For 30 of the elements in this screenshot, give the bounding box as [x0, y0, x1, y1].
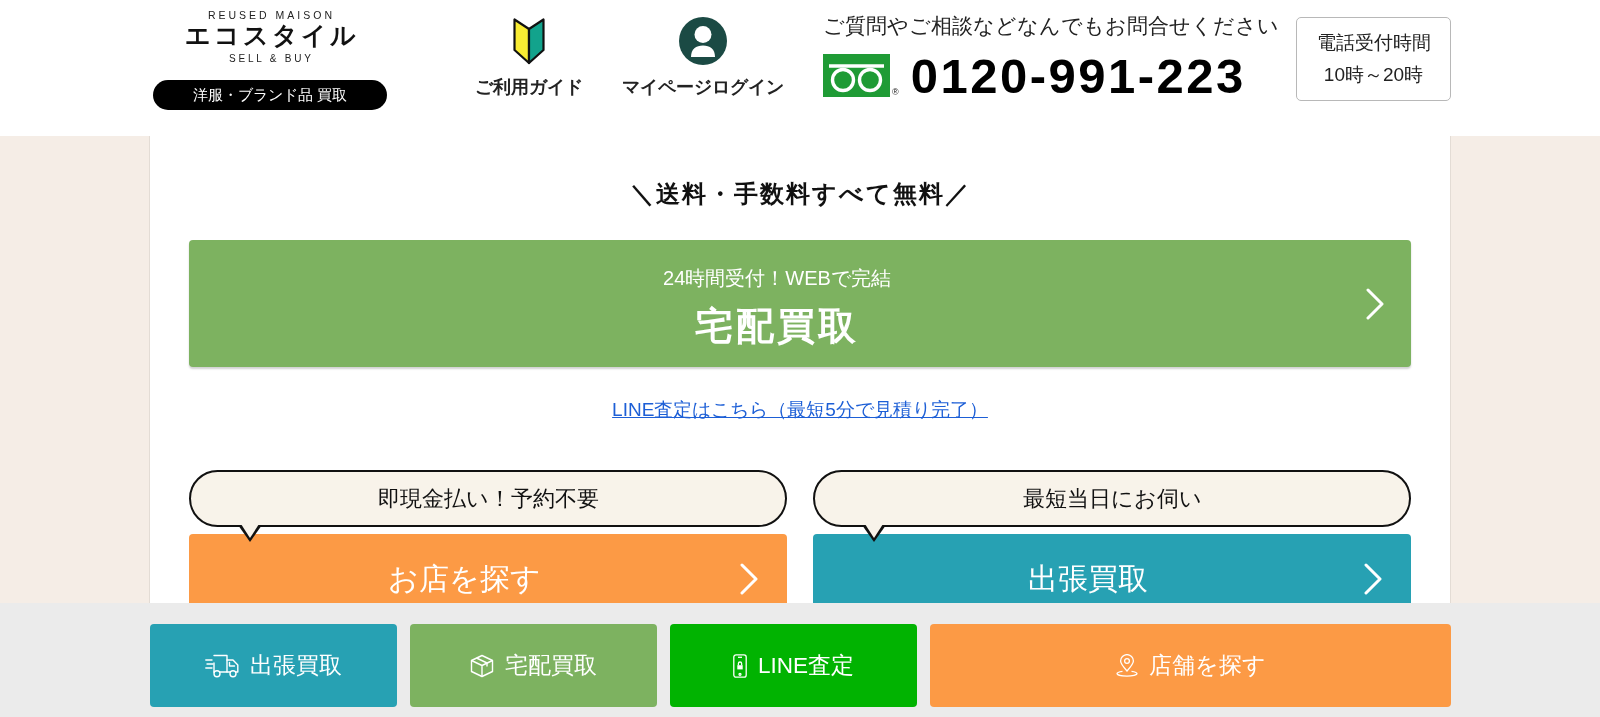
truck-icon — [205, 653, 239, 678]
chevron-right-icon — [1363, 563, 1383, 595]
phone-lock-icon — [733, 653, 747, 678]
logo-bottom-text: SELL & BUY — [227, 53, 314, 65]
hours-time: 10時～20時 — [1323, 63, 1424, 87]
login-link[interactable]: マイページログイン — [622, 17, 784, 98]
logo-name: エコスタイル — [183, 21, 359, 49]
delivery-button[interactable]: 宅配買取 — [410, 624, 657, 707]
package-icon — [470, 653, 494, 678]
hours-title: 電話受付時間 — [1316, 31, 1431, 55]
line-button[interactable]: LINE査定 — [670, 624, 917, 707]
category-badge: 洋服・ブランド品 買取 — [153, 80, 387, 110]
free-shipping-headline: ＼送料・手数料すべて無料／ — [629, 179, 971, 209]
delivery-button[interactable]: 24時間受付！WEBで完結 宅配買取 — [189, 240, 1411, 367]
logo-top-text: REUSED MAISON — [206, 9, 336, 21]
toll-free-icon — [823, 54, 890, 97]
chevron-right-icon — [1365, 287, 1385, 320]
user-icon — [679, 17, 727, 65]
guide-link[interactable]: ご利用ガイド — [475, 17, 583, 98]
contact-note: ご質問やご相談などなんでもお問合せください — [823, 13, 1279, 39]
home-visit-button[interactable]: 出張買取 — [150, 624, 397, 707]
beginner-mark-icon — [513, 17, 545, 65]
find-store-button[interactable]: お店を探す — [189, 534, 787, 603]
chevron-right-icon — [739, 563, 759, 595]
home-visit-button[interactable]: 出張買取 — [813, 534, 1411, 603]
map-pin-icon — [1115, 654, 1138, 677]
registered-mark: ® — [892, 87, 899, 97]
phone-number: 0120-991-223 — [910, 51, 1246, 100]
line-link[interactable]: LINE査定はこちら（最短5分で見積り完了） — [612, 398, 988, 422]
store-button[interactable]: 店舗を探す — [930, 624, 1451, 707]
